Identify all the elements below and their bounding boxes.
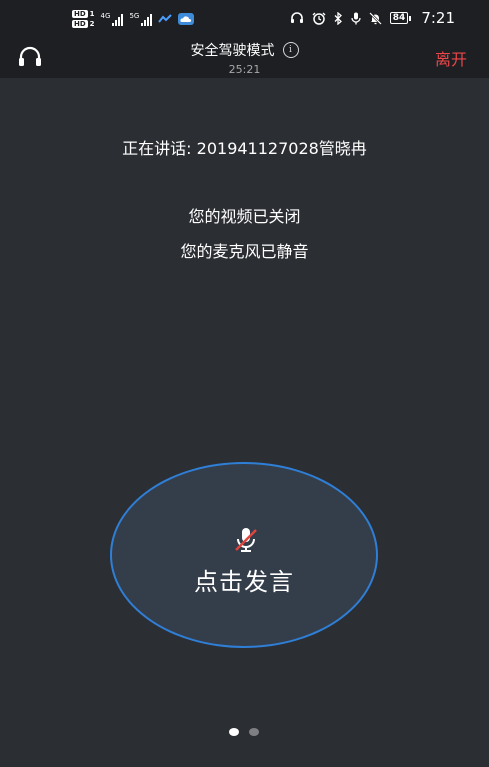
video-status-text: 您的视频已关闭	[188, 207, 301, 226]
signal-4g-icon: 4G	[101, 12, 124, 26]
mic-status-text: 您的麦克风已静音	[180, 242, 309, 261]
bluetooth-icon	[334, 11, 342, 25]
title-area: 安全驾驶模式 i 25:21	[0, 40, 489, 76]
active-speaker-text: 正在讲话: 201941127028管晓冉	[122, 139, 367, 158]
mic-muted-icon	[235, 528, 257, 552]
mute-notifications-icon	[368, 11, 382, 25]
status-right: 84 7:21	[290, 9, 455, 27]
tap-to-speak-label: 点击发言	[194, 568, 294, 596]
tap-to-speak-button[interactable]: 点击发言	[110, 462, 378, 648]
cloud-icon	[178, 13, 195, 25]
status-left: HD 1 HD 2 4G 5G	[72, 10, 195, 28]
meeting-timer: 25:21	[228, 63, 261, 76]
page-dot-2[interactable]	[249, 728, 259, 736]
page-indicator	[229, 728, 259, 736]
hd-badge-2: HD 2	[72, 20, 95, 28]
status-clock: 7:21	[421, 9, 455, 27]
battery-icon: 84	[389, 12, 412, 24]
status-bar: HD 1 HD 2 4G 5G 84 7:21	[0, 0, 489, 36]
leave-button[interactable]: 离开	[435, 46, 467, 70]
meeting-header: 安全驾驶模式 i 25:21 离开	[0, 36, 489, 78]
title-row: 安全驾驶模式 i	[191, 40, 299, 60]
alarm-icon	[312, 12, 326, 25]
app-notification-icon	[158, 14, 173, 23]
hd-indicators: HD 1 HD 2	[72, 10, 95, 28]
battery-level: 84	[389, 12, 409, 24]
hd-badge-1: HD 1	[72, 10, 95, 18]
headphones-status-icon	[290, 12, 303, 23]
page-dot-1[interactable]	[229, 728, 239, 736]
microphone-status-icon	[351, 12, 361, 24]
signal-5g-icon: 5G	[129, 12, 153, 26]
page-title: 安全驾驶模式	[190, 43, 275, 59]
info-icon[interactable]: i	[282, 42, 299, 58]
